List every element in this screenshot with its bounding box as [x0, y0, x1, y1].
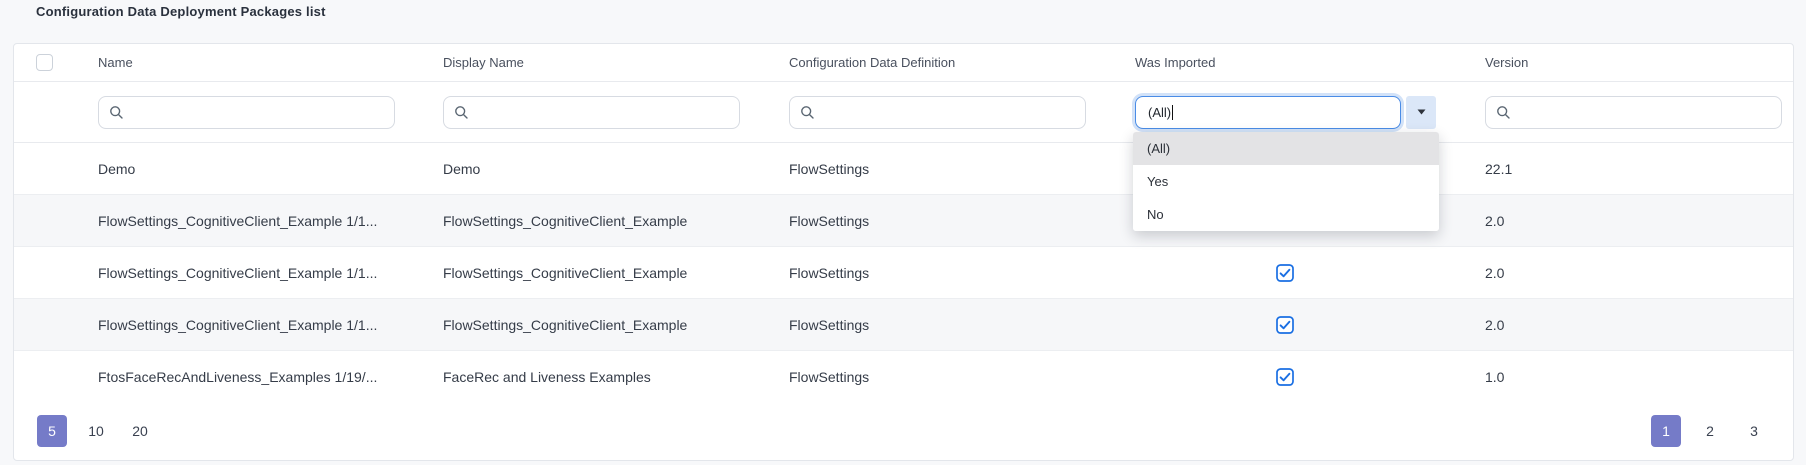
- table-header-row: Name Display Name Configuration Data Def…: [14, 44, 1793, 82]
- cell-definition: FlowSettings: [789, 161, 1135, 177]
- imported-checkbox[interactable]: [1276, 264, 1294, 282]
- cell-version: 2.0: [1485, 265, 1793, 281]
- imported-checkbox[interactable]: [1276, 316, 1294, 334]
- was-imported-filter-value: (All): [1148, 105, 1171, 120]
- cell-definition: FlowSettings: [789, 265, 1135, 281]
- display-name-filter: [443, 96, 740, 129]
- search-icon: [454, 105, 469, 120]
- display-name-filter-input[interactable]: [477, 105, 729, 120]
- page-2[interactable]: 2: [1695, 415, 1725, 447]
- table-row[interactable]: Demo Demo FlowSettings 22.1: [14, 143, 1793, 195]
- was-imported-dropdown-panel: (All)YesNo: [1133, 132, 1439, 231]
- table-row[interactable]: FlowSettings_CognitiveClient_Example 1/1…: [14, 247, 1793, 299]
- was-imported-filter-input[interactable]: (All): [1135, 96, 1401, 129]
- search-icon: [109, 105, 124, 120]
- cell-version: 1.0: [1485, 369, 1793, 385]
- page-1[interactable]: 1: [1651, 415, 1681, 447]
- page-navigator: 123: [1651, 415, 1769, 447]
- cell-name: FlowSettings_CognitiveClient_Example 1/1…: [98, 317, 443, 333]
- column-header-version[interactable]: Version: [1485, 55, 1793, 70]
- cell-name: FtosFaceRecAndLiveness_Examples 1/19/...: [98, 369, 443, 385]
- cell-display-name: FlowSettings_CognitiveClient_Example: [443, 317, 789, 333]
- page-title: Configuration Data Deployment Packages l…: [36, 4, 326, 19]
- name-filter-input[interactable]: [132, 105, 384, 120]
- dropdown-option[interactable]: (All): [1133, 132, 1439, 165]
- was-imported-dropdown-button[interactable]: [1406, 96, 1436, 129]
- definition-filter-input[interactable]: [823, 105, 1075, 120]
- cell-definition: FlowSettings: [789, 213, 1135, 229]
- column-header-was-imported[interactable]: Was Imported: [1135, 55, 1485, 70]
- cell-display-name: Demo: [443, 161, 789, 177]
- packages-table: Name Display Name Configuration Data Def…: [13, 43, 1794, 461]
- name-filter: [98, 96, 395, 129]
- cell-display-name: FlowSettings_CognitiveClient_Example: [443, 265, 789, 281]
- page-size-10[interactable]: 10: [81, 415, 111, 447]
- search-icon: [800, 105, 815, 120]
- table-body: Demo Demo FlowSettings 22.1 FlowSettings…: [14, 143, 1793, 403]
- table-row[interactable]: FlowSettings_CognitiveClient_Example 1/1…: [14, 299, 1793, 351]
- chevron-down-icon: [1417, 109, 1426, 115]
- cell-name: Demo: [98, 161, 443, 177]
- cell-display-name: FlowSettings_CognitiveClient_Example: [443, 213, 789, 229]
- cell-display-name: FaceRec and Liveness Examples: [443, 369, 789, 385]
- dropdown-option[interactable]: No: [1133, 198, 1439, 231]
- text-cursor: [1172, 105, 1173, 120]
- column-header-display-name[interactable]: Display Name: [443, 55, 789, 70]
- cell-version: 2.0: [1485, 317, 1793, 333]
- definition-filter: [789, 96, 1086, 129]
- page-size-20[interactable]: 20: [125, 415, 155, 447]
- page-3[interactable]: 3: [1739, 415, 1769, 447]
- table-row[interactable]: FlowSettings_CognitiveClient_Example 1/1…: [14, 195, 1793, 247]
- cell-version: 22.1: [1485, 161, 1793, 177]
- column-header-configuration-data-definition[interactable]: Configuration Data Definition: [789, 55, 1135, 70]
- select-all-checkbox[interactable]: [36, 54, 53, 71]
- imported-checkbox[interactable]: [1276, 368, 1294, 386]
- page-size-selector: 5 10 20: [37, 415, 155, 447]
- search-icon: [1496, 105, 1511, 120]
- cell-name: FlowSettings_CognitiveClient_Example 1/1…: [98, 265, 443, 281]
- table-row[interactable]: FtosFaceRecAndLiveness_Examples 1/19/...…: [14, 351, 1793, 403]
- cell-definition: FlowSettings: [789, 317, 1135, 333]
- dropdown-option[interactable]: Yes: [1133, 165, 1439, 198]
- column-header-name[interactable]: Name: [98, 55, 443, 70]
- filter-row: (All): [14, 82, 1793, 143]
- cell-definition: FlowSettings: [789, 369, 1135, 385]
- page-size-5[interactable]: 5: [37, 415, 67, 447]
- version-filter-input[interactable]: [1519, 105, 1771, 120]
- cell-name: FlowSettings_CognitiveClient_Example 1/1…: [98, 213, 443, 229]
- pagination-bar: 5 10 20 123: [14, 402, 1793, 460]
- cell-version: 2.0: [1485, 213, 1793, 229]
- version-filter: [1485, 96, 1782, 129]
